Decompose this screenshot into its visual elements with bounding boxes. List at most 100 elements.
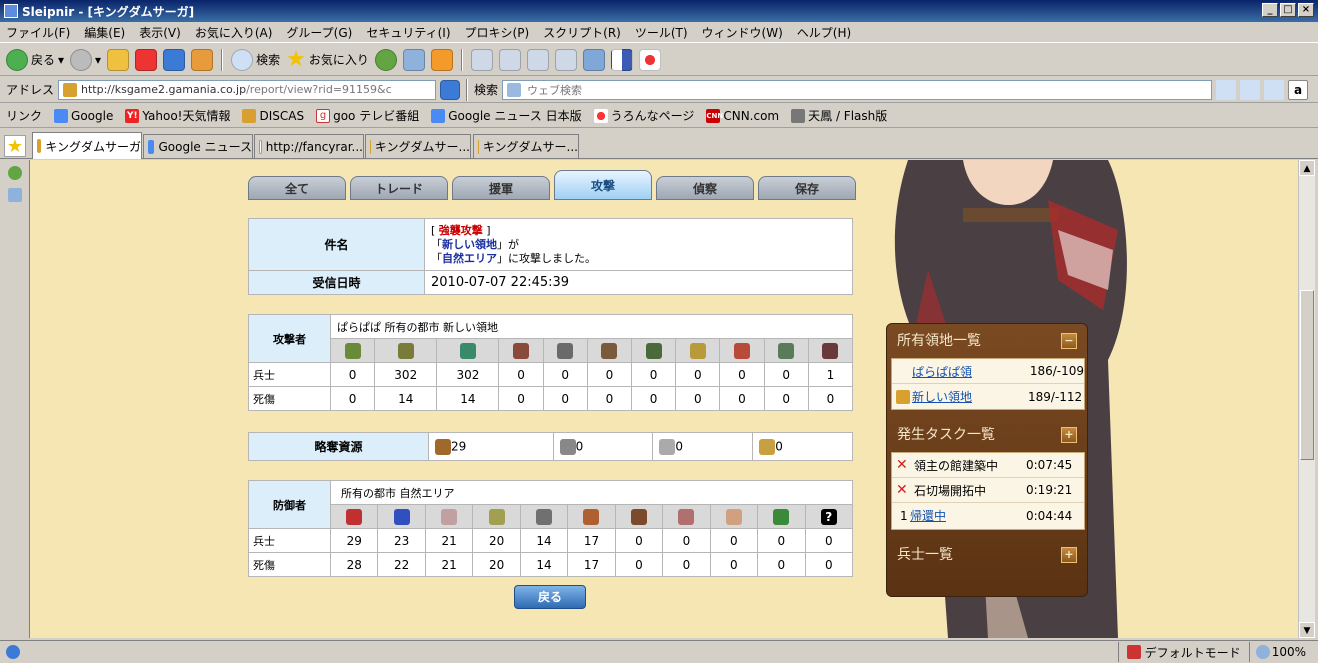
link-cnn[interactable]: CNN CNN.com (706, 108, 779, 123)
maximize-button[interactable]: □ (1280, 3, 1296, 17)
mode-indicator[interactable]: デフォルトモード (1117, 642, 1249, 662)
menu-proxy[interactable]: プロキシ(P) (465, 24, 530, 41)
history-icon[interactable] (8, 166, 22, 180)
tab-kingdom-saga-1[interactable]: キングダムサーガ (32, 132, 142, 159)
amazon-search-icon[interactable]: a (1288, 79, 1309, 100)
magnifier-icon (231, 48, 254, 71)
up-folder-icon[interactable] (107, 48, 130, 71)
menu-window[interactable]: ウィンドウ(W) (702, 24, 783, 41)
close-all-tabs-icon[interactable] (498, 48, 521, 71)
unit-count: 1 (807, 362, 854, 387)
page-search-icon[interactable] (1240, 79, 1261, 100)
flag-en-icon[interactable] (610, 48, 633, 71)
back-to-list-button[interactable]: 戻る (514, 585, 586, 609)
task-link[interactable]: 帰還中 (910, 507, 1026, 524)
menu-tools[interactable]: ツール(T) (635, 24, 688, 41)
zoom-indicator[interactable]: 100% (1248, 642, 1318, 662)
tab-kingdom-saga-2[interactable]: キングダムサー... (365, 134, 471, 158)
casualty-count: 14 (519, 552, 569, 577)
search-button[interactable]: 検索 (231, 48, 280, 71)
menu-security[interactable]: セキュリティ(I) (366, 24, 450, 41)
refresh-icon[interactable] (163, 48, 186, 71)
iron-icon (659, 438, 676, 455)
unit-count: 29 (329, 528, 379, 553)
report-header-table: 件名 [ 強襲攻撃 ] 「新しい領地」が 「自然エリア」に攻撃しました。 受信日… (248, 218, 853, 295)
tab-attack[interactable]: 攻撃 (554, 170, 652, 200)
tab-google-news[interactable]: Google ニュース (143, 134, 253, 158)
forward-button[interactable]: ▾ (70, 48, 101, 71)
web-search-input[interactable]: ウェブ検索 (502, 79, 1213, 100)
go-arrow-icon[interactable] (440, 79, 461, 100)
cnn-icon: CNN (706, 108, 723, 123)
unit-count: 0 (719, 362, 765, 387)
casualty-count: 0 (675, 386, 721, 411)
tree-icon[interactable] (8, 188, 22, 202)
menu-script[interactable]: スクリプト(R) (543, 24, 621, 41)
scroll-down-icon[interactable]: ▼ (1299, 622, 1315, 638)
expand-button[interactable]: + (1061, 547, 1077, 563)
tab-all[interactable]: 全て (248, 176, 346, 200)
back-button[interactable]: 戻る ▾ (6, 48, 64, 71)
tab-saved[interactable]: 保存 (758, 176, 856, 200)
task-row: 1 帰還中 0:04:44 (892, 503, 1084, 528)
close-right-tabs-icon[interactable] (554, 48, 577, 71)
address-input[interactable]: http://ksgame2.gamania.co.jp/report/view… (58, 79, 437, 100)
side-panel (0, 160, 30, 638)
menu-help[interactable]: ヘルプ(H) (797, 24, 851, 41)
casualty-count: 0 (763, 386, 809, 411)
stop-icon[interactable] (135, 48, 158, 71)
casualty-count: 0 (614, 552, 664, 577)
tab-reinforce[interactable]: 援軍 (452, 176, 550, 200)
cancel-task-icon[interactable]: ✕ (896, 482, 914, 498)
task-row: ✕ 石切場開拓中 0:19:21 (892, 478, 1084, 503)
vertical-scrollbar[interactable]: ▲ ▼ (1298, 160, 1315, 638)
scroll-up-icon[interactable]: ▲ (1299, 160, 1315, 176)
flag-jp-icon[interactable] (638, 48, 661, 71)
defender-owner: 所有の都市 自然エリア (330, 480, 853, 505)
casualty-count: 17 (567, 552, 616, 577)
tab-trade[interactable]: トレード (350, 176, 448, 200)
tab-kingdom-saga-3[interactable]: キングダムサー... (473, 134, 579, 158)
menu-file[interactable]: ファイル(F) (6, 24, 70, 41)
new-window-icon[interactable] (582, 48, 605, 71)
casualty-count: 21 (424, 552, 474, 577)
tab-scout[interactable]: 偵察 (656, 176, 754, 200)
collapse-button[interactable]: − (1061, 333, 1077, 349)
territory-link[interactable]: ぱらぱぱ領 (912, 363, 1030, 380)
home-icon[interactable] (191, 48, 214, 71)
tab-fancyrar[interactable]: http://fancyrar... (254, 134, 364, 158)
menu-favorites[interactable]: お気に入り(A) (195, 24, 273, 41)
cancel-task-icon[interactable]: ✕ (896, 457, 914, 473)
scroll-thumb[interactable] (1300, 290, 1314, 460)
link-google[interactable]: Google (54, 108, 113, 123)
favorites-button[interactable]: ★ お気に入り (286, 48, 369, 71)
link-goo-tv[interactable]: g goo テレビ番組 (316, 107, 419, 124)
link-discas[interactable]: DISCAS (242, 108, 304, 123)
source-territory-link[interactable]: 新しい領地 (442, 238, 497, 251)
menu-view[interactable]: 表示(V) (139, 24, 181, 41)
close-button[interactable]: × (1298, 3, 1314, 17)
highlight-icon[interactable] (1264, 79, 1285, 100)
rss-icon[interactable] (430, 48, 453, 71)
link-tenhou[interactable]: 天鳳 / Flash版 (791, 107, 887, 124)
link-google-news[interactable]: Google ニュース 日本版 (431, 107, 582, 124)
received-value: 2010-07-07 22:45:39 (424, 270, 853, 295)
territory-link[interactable]: 新しい領地 (912, 388, 1028, 405)
close-left-tabs-icon[interactable] (526, 48, 549, 71)
tree-panel-icon[interactable] (402, 48, 425, 71)
link-uron-page[interactable]: うろんなページ (593, 107, 694, 124)
target-territory-link[interactable]: 自然エリア (442, 252, 497, 265)
menu-edit[interactable]: 編集(E) (84, 24, 125, 41)
history-icon[interactable] (374, 48, 397, 71)
magnifier-icon[interactable] (1216, 79, 1237, 100)
expand-button[interactable]: + (1061, 427, 1077, 443)
menu-group[interactable]: グループ(G) (286, 24, 352, 41)
casualty-count: 0 (631, 386, 677, 411)
unit-icon (374, 338, 438, 363)
subject-value: [ 強襲攻撃 ] 「新しい領地」が 「自然エリア」に攻撃しました。 (424, 218, 853, 271)
link-yahoo-weather[interactable]: Y! Yahoo!天気情報 (125, 107, 230, 124)
close-tab-icon[interactable] (470, 48, 493, 71)
minimize-button[interactable]: _ (1262, 3, 1278, 17)
favorites-star-icon[interactable]: ★ (4, 135, 26, 157)
casualty-count: 0 (807, 386, 854, 411)
